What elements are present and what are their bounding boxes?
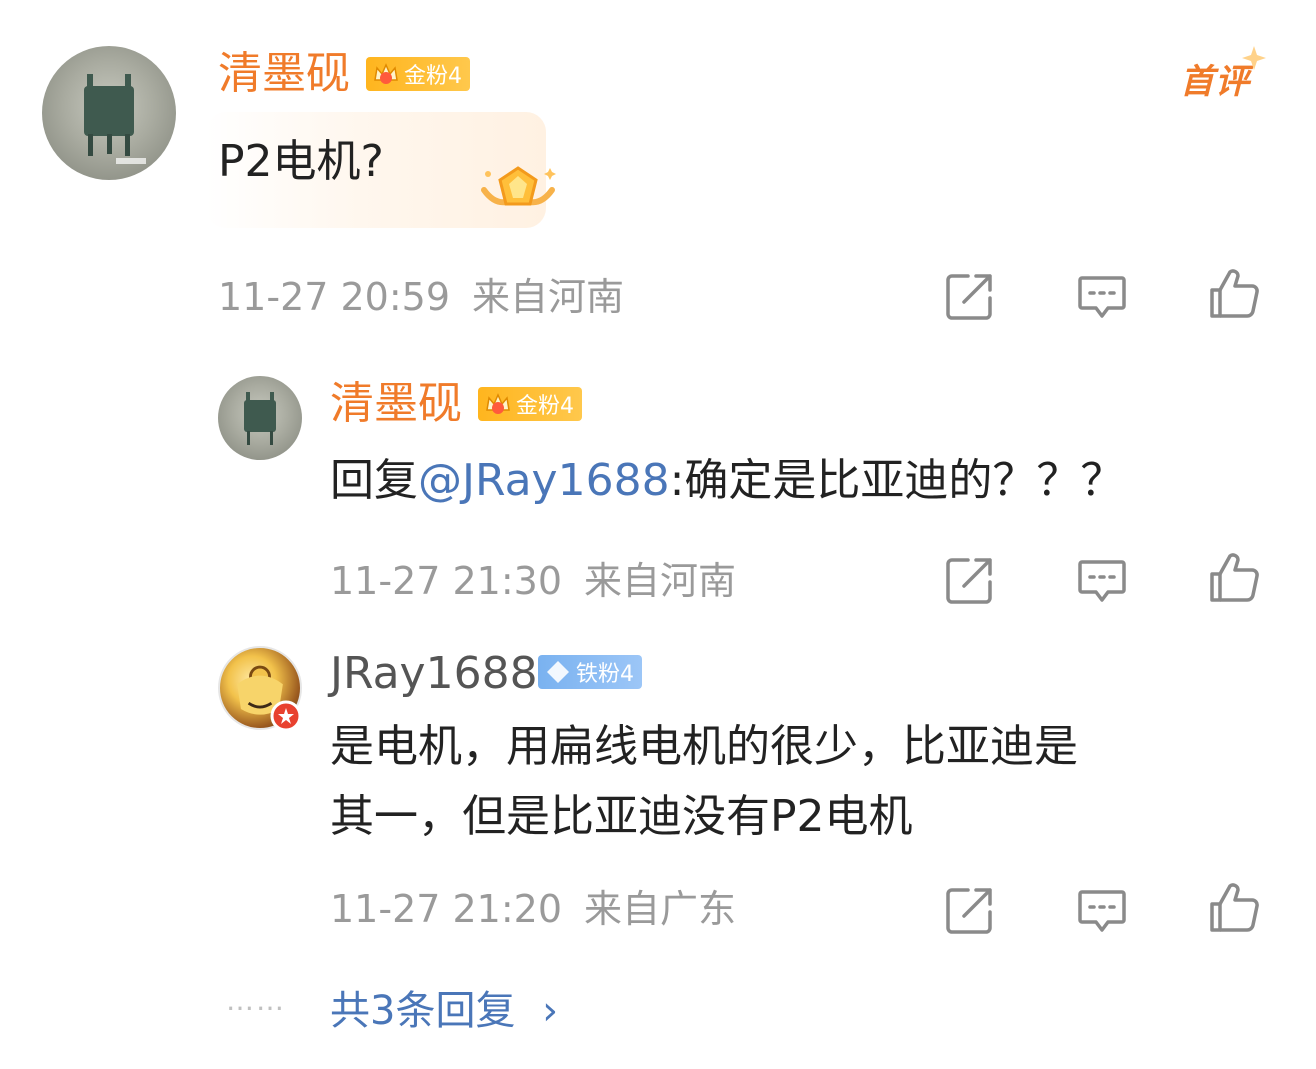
comment-text: P2电机? [218, 136, 384, 187]
fan-badge[interactable]: 金粉4 [478, 387, 582, 421]
comment-icon[interactable] [1074, 552, 1130, 608]
comment-icon[interactable] [1074, 268, 1130, 324]
like-icon[interactable] [1206, 880, 1262, 936]
badge-label: 金粉4 [404, 64, 462, 89]
reply-text-line: 是电机，用扁线电机的很少，比亚迪是 [330, 721, 1078, 772]
fan-badge[interactable]: 铁粉4 [538, 655, 642, 689]
share-icon[interactable] [942, 882, 998, 938]
reply-prefix: 回复 [330, 455, 418, 506]
thread-dots: …… [226, 984, 286, 1017]
reply-meta: 11-27 21:30 来自河南 [330, 562, 736, 600]
crown-icon [372, 60, 400, 88]
reply-location: 来自广东 [584, 887, 737, 931]
badge-label: 金粉4 [516, 394, 574, 419]
crown-icon [484, 390, 512, 418]
like-icon[interactable] [1206, 266, 1262, 322]
comment-location: 来自河南 [472, 275, 625, 319]
verified-icon [270, 700, 302, 736]
more-replies-label: 共3条回复 [330, 988, 516, 1034]
badge-label: 铁粉4 [576, 662, 634, 687]
share-icon[interactable] [942, 268, 998, 324]
reply-text: 回复@JRay1688:确定是比亚迪的？？？ [330, 446, 1124, 516]
reply-time: 11-27 21:30 [330, 559, 563, 603]
reply-text: 是电机，用扁线电机的很少，比亚迪是 其一，但是比亚迪没有P2电机 [330, 712, 1078, 852]
reply-username[interactable]: JRay1688 [330, 652, 538, 696]
gem-badge-icon [470, 160, 566, 234]
avatar[interactable] [42, 46, 176, 180]
share-icon[interactable] [942, 552, 998, 608]
fan-badge[interactable]: 金粉4 [366, 57, 470, 91]
reply-meta: 11-27 21:20 来自广东 [330, 890, 736, 928]
reply-location: 来自河南 [584, 559, 737, 603]
chevron-right-icon: › [542, 988, 559, 1034]
comment-time: 11-27 20:59 [218, 275, 451, 319]
comment-username[interactable]: 清墨砚 [218, 52, 350, 96]
more-replies-link[interactable]: 共3条回复 › [330, 978, 558, 1036]
reply-username[interactable]: 清墨砚 [330, 382, 462, 426]
reply-time: 11-27 21:20 [330, 887, 563, 931]
reply-body: :确定是比亚迪的？？？ [669, 455, 1125, 506]
reply-avatar[interactable] [218, 376, 302, 460]
mention-link[interactable]: @JRay1688 [418, 455, 670, 506]
reply-text-line: 其一，但是比亚迪没有P2电机 [330, 791, 913, 842]
comment-icon[interactable] [1074, 882, 1130, 938]
bronze-vessel-image [244, 392, 276, 445]
like-icon[interactable] [1206, 550, 1262, 606]
comment-meta: 11-27 20:59 来自河南 [218, 278, 624, 316]
bronze-vessel-image [84, 74, 146, 164]
diamond-icon [544, 658, 572, 686]
sparkle-icon [1240, 44, 1268, 76]
